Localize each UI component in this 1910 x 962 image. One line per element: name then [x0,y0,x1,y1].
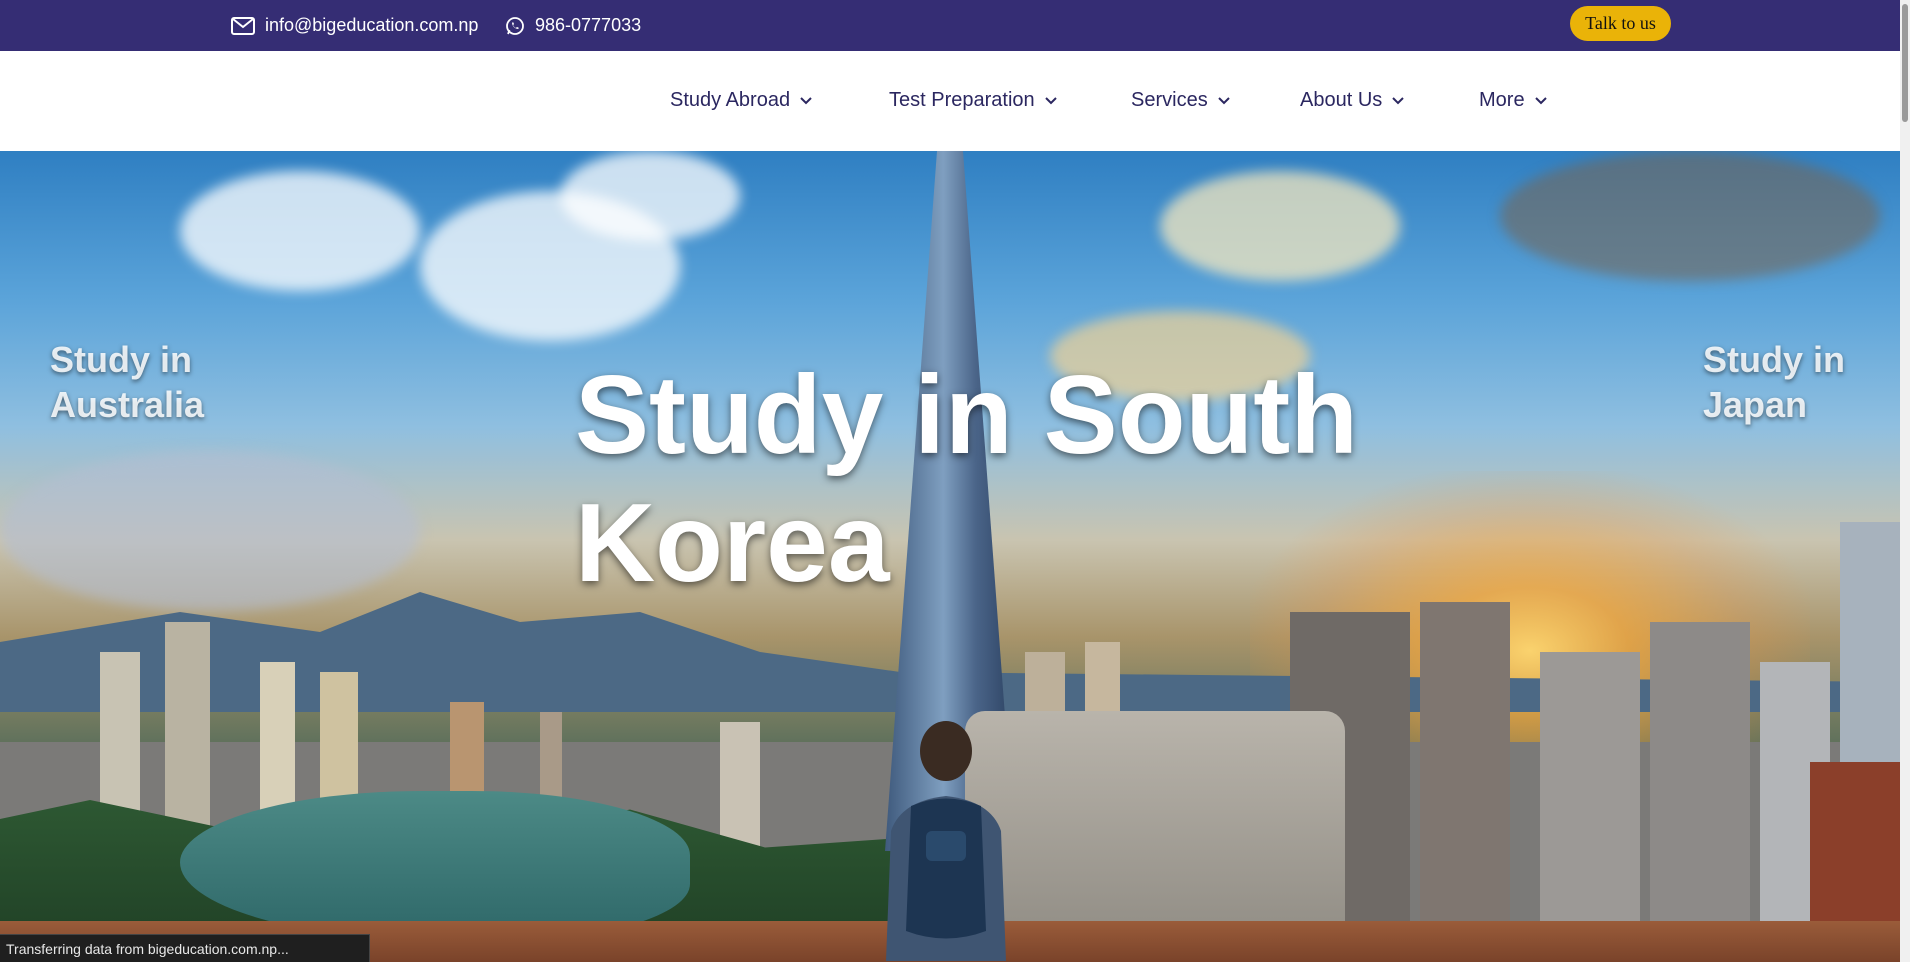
cloud [1160,171,1400,281]
previous-slide-label[interactable]: Study in Australia [50,337,250,427]
nav-study-abroad[interactable]: Study Abroad [670,89,812,112]
top-contact-bar: info@bigeducation.com.np 986-0777033 Tal… [0,0,1900,51]
phone-link[interactable]: 986-0777033 [505,0,641,51]
student-figure [886,721,1006,961]
hero-slider: Study in South Korea Study in Australia … [0,151,1900,962]
browser-status-bar: Transferring data from bigeducation.com.… [0,934,370,962]
nav-label: Test Preparation [889,89,1035,111]
nav-label: Study Abroad [670,89,791,111]
phone-text: 986-0777033 [535,15,642,35]
nav-label: Services [1131,89,1208,111]
chevron-down-icon [1392,96,1404,105]
talk-to-us-button[interactable]: Talk to us [1570,6,1671,41]
nav-about-us[interactable]: About Us [1300,89,1404,112]
scrollbar-thumb[interactable] [1902,4,1908,122]
nav-services[interactable]: Services [1131,89,1230,112]
main-navigation: Study Abroad Test Preparation Services A… [0,51,1900,151]
chevron-down-icon [1217,96,1230,105]
cloud [1500,151,1880,281]
mail-icon [231,16,255,35]
chevron-down-icon [800,96,812,105]
nav-label: About Us [1300,89,1383,111]
email-text: info@bigeducation.com.np [265,15,479,35]
status-text: Transferring data from bigeducation.com.… [6,940,289,957]
cloud [180,171,420,291]
whatsapp-icon [505,16,525,36]
page-scrollbar[interactable] [1900,0,1910,962]
nav-test-preparation[interactable]: Test Preparation [889,89,1057,112]
chevron-down-icon [1044,96,1057,105]
email-link[interactable]: info@bigeducation.com.np [231,0,478,51]
hero-title: Study in South Korea [575,353,1359,605]
next-slide-label[interactable]: Study in Japan [1703,337,1900,427]
nav-label: More [1479,89,1525,111]
chevron-down-icon [1534,96,1547,105]
cloud [560,151,740,241]
nav-more[interactable]: More [1479,89,1547,112]
